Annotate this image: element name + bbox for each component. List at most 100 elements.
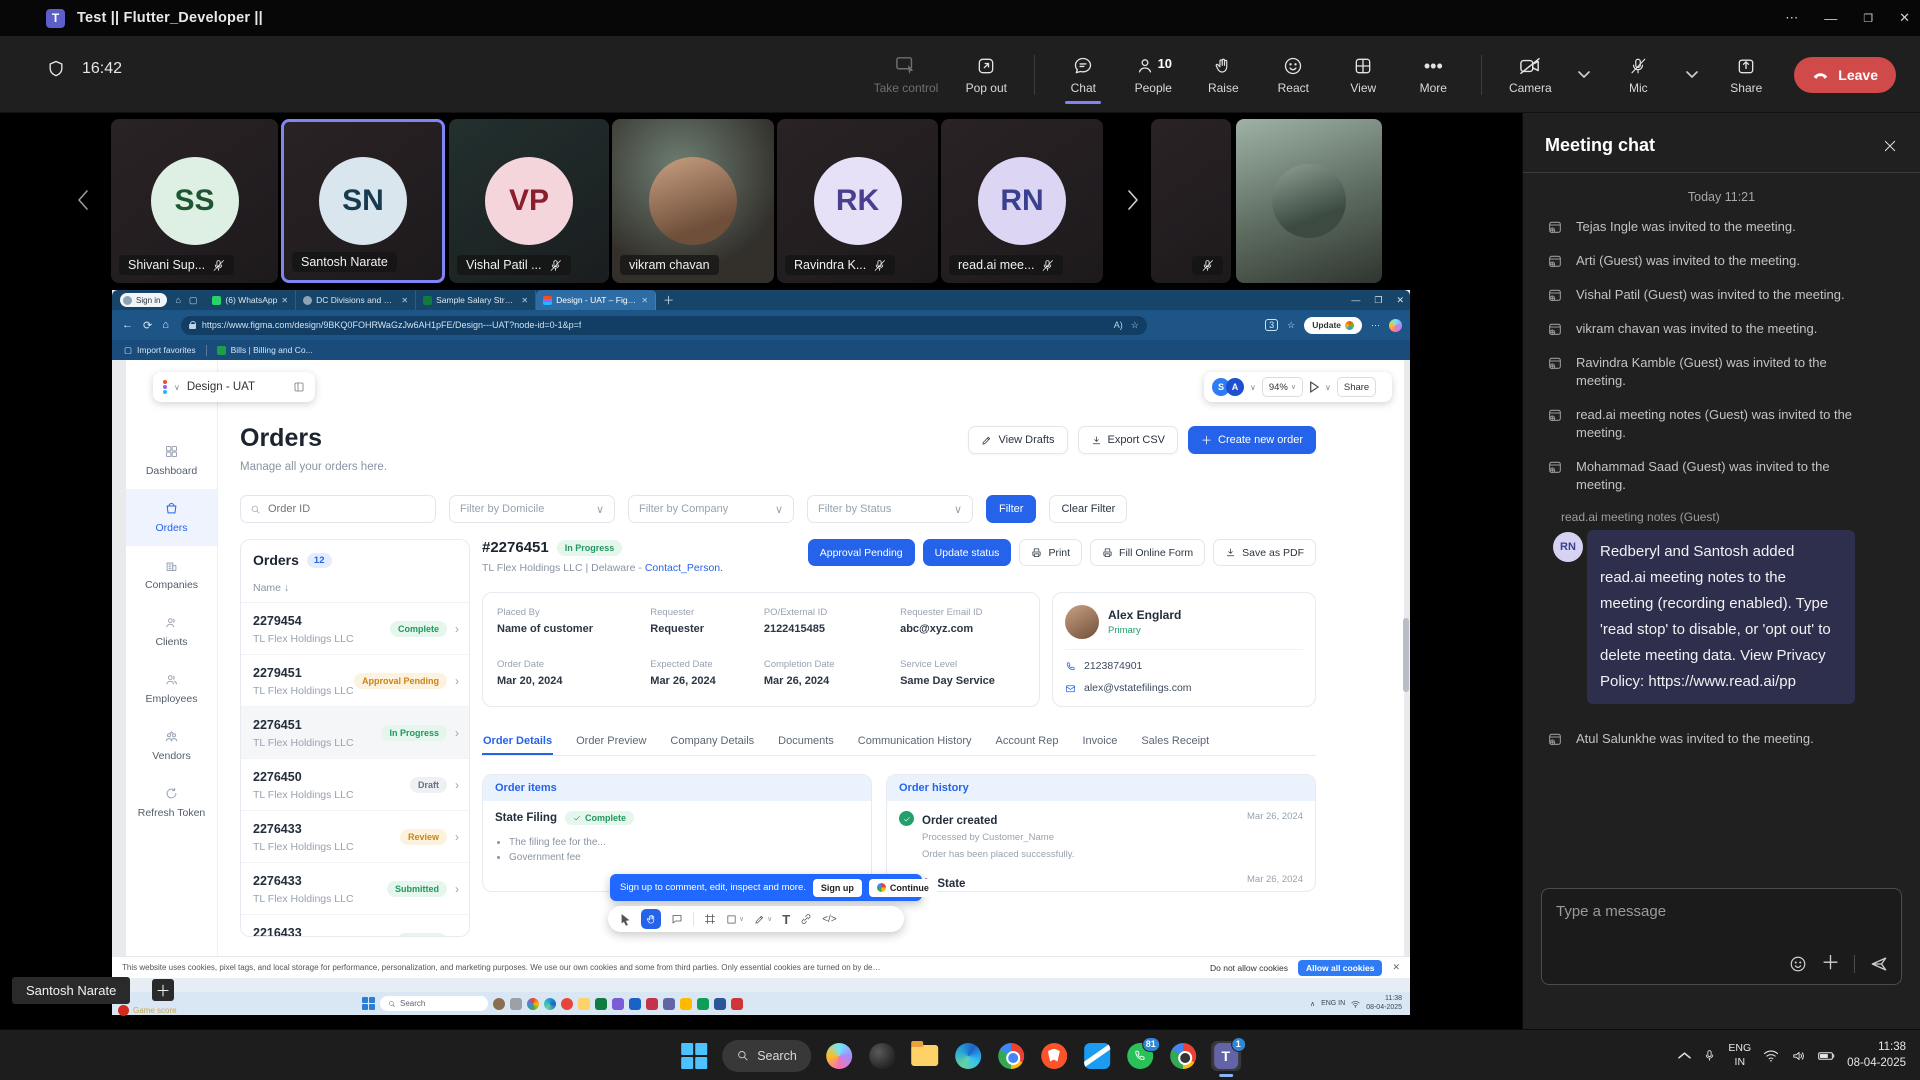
frame-tool-icon[interactable]	[704, 913, 716, 925]
update-browser-button[interactable]: Update	[1304, 317, 1362, 334]
taskbar-app-icon[interactable]	[527, 998, 539, 1010]
mic-button[interactable]: Mic	[1616, 56, 1660, 95]
chat-close-icon[interactable]	[1882, 138, 1898, 154]
sidebar-item-dashboard[interactable]: Dashboard	[126, 432, 217, 489]
back-icon[interactable]: ←	[122, 319, 133, 331]
filmstrip-prev-icon[interactable]	[76, 189, 90, 211]
pen-tool-icon[interactable]: ∨	[754, 914, 772, 925]
sidebar-item-refresh-token[interactable]: Refresh Token	[126, 774, 217, 831]
tray-expand-icon[interactable]	[1678, 1051, 1691, 1060]
taskbar-app-icon[interactable]	[714, 998, 726, 1010]
tray-lang[interactable]: ENG IN	[1321, 1000, 1345, 1007]
shared-clock-date[interactable]: 08-04-2025	[1366, 1004, 1402, 1011]
favorites-bar-icon[interactable]: ☆	[1287, 320, 1295, 331]
teams-app-icon-active[interactable]: T1	[1211, 1041, 1241, 1071]
figma-file-menu[interactable]: ∨ Design - UAT	[153, 372, 315, 402]
contact-person-link[interactable]: Contact_Person.	[645, 562, 723, 574]
save-as-pdf-button[interactable]: Save as PDF	[1213, 539, 1316, 566]
close-icon[interactable]: ✕	[1899, 10, 1910, 26]
participant-tile[interactable]: RK Ravindra K...	[777, 119, 938, 283]
share-button[interactable]: Share	[1724, 56, 1768, 95]
order-row[interactable]: 2276433TL Flex Holdings LLC Submitted›	[241, 863, 469, 915]
tab-close-icon[interactable]: ✕	[401, 296, 408, 305]
order-row[interactable]: 2276450TL Flex Holdings LLC Draft›	[241, 759, 469, 811]
order-row[interactable]: 2279454TL Flex Holdings LLC Complete›	[241, 603, 469, 655]
browser-tab[interactable]: DC Divisions and Surroundings✕	[296, 290, 416, 310]
file-explorer-icon[interactable]	[910, 1041, 940, 1071]
shape-tool-icon[interactable]: ∨	[726, 914, 744, 925]
home-icon[interactable]: ⌂	[162, 319, 169, 331]
chrome-app-icon[interactable]	[996, 1041, 1026, 1071]
browser-tab-active[interactable]: Design - UAT – Figma✕	[536, 290, 656, 310]
browser-tab[interactable]: Sample Salary Structure with calc✕	[416, 290, 536, 310]
raise-hand-button[interactable]: Raise	[1201, 56, 1245, 95]
browser-scrollbar-thumb[interactable]	[1403, 618, 1409, 692]
shared-clock-time[interactable]: 11:38	[1385, 995, 1402, 1002]
react-button[interactable]: React	[1271, 56, 1315, 95]
google-continue-button[interactable]: Continue	[869, 879, 937, 897]
update-status-button[interactable]: Update status	[923, 539, 1012, 566]
chat-message-input[interactable]	[1556, 903, 1887, 920]
browser-close-icon[interactable]: ✕	[1396, 295, 1404, 306]
vscode-app-icon[interactable]	[1082, 1041, 1112, 1071]
workspaces-icon[interactable]: ⌂	[175, 295, 180, 305]
tab-company-details[interactable]: Company Details	[669, 729, 755, 755]
favorite-star-icon[interactable]: ☆	[1131, 320, 1139, 331]
participant-tile[interactable]: RN read.ai mee...	[941, 119, 1103, 283]
language-indicator[interactable]: ENGIN	[1728, 1042, 1751, 1068]
taskbar-app-icon[interactable]	[646, 998, 658, 1010]
link-tool-icon[interactable]	[800, 913, 812, 925]
fill-online-form-button[interactable]: Fill Online Form	[1090, 539, 1205, 566]
view-drafts-button[interactable]: View Drafts	[968, 426, 1067, 454]
sidebar-item-orders[interactable]: Orders	[126, 489, 217, 546]
tab-actions-icon[interactable]: ▢	[189, 295, 198, 306]
tab-communication-history[interactable]: Communication History	[857, 729, 973, 755]
chevron-down-icon[interactable]: ∨	[1250, 383, 1256, 392]
taskbar-search[interactable]: Search	[722, 1040, 811, 1072]
wifi-icon[interactable]	[1763, 1049, 1779, 1062]
filmstrip-next-icon[interactable]	[1126, 189, 1140, 211]
collaborator-avatar[interactable]: A	[1226, 378, 1244, 396]
participant-tile-active-speaker[interactable]: SN Santosh Narate	[281, 119, 445, 283]
hand-tool-icon[interactable]	[641, 909, 661, 929]
tab-order-details[interactable]: Order Details	[482, 729, 553, 755]
taskbar-clock[interactable]: 11:3808-04-2025	[1847, 1040, 1906, 1071]
chevron-down-icon[interactable]: ∨	[1325, 383, 1331, 392]
order-row-selected[interactable]: 2276451TL Flex Holdings LLC In Progress›	[241, 707, 469, 759]
participant-tile-video[interactable]: vikram chavan	[612, 119, 774, 283]
brave-app-icon[interactable]	[1039, 1041, 1069, 1071]
more-button[interactable]: ••• More	[1411, 56, 1455, 95]
taskbar-app-icon[interactable]	[629, 998, 641, 1010]
sidebar-item-companies[interactable]: Companies	[126, 546, 217, 603]
dismiss-cookies-icon[interactable]: ✕	[1392, 962, 1400, 973]
volume-icon[interactable]	[1791, 1049, 1806, 1063]
layout-columns-icon[interactable]	[293, 381, 305, 393]
shared-search-box[interactable]: Search	[380, 996, 488, 1011]
browser-maximize-icon[interactable]: ❐	[1374, 295, 1382, 306]
taskbar-app-icon[interactable]	[510, 998, 522, 1010]
chat-input-box[interactable]: ＋	[1541, 888, 1902, 985]
new-tab-icon[interactable]: ＋	[663, 292, 674, 308]
camera-button[interactable]: Camera	[1508, 56, 1552, 95]
browser-tab[interactable]: (6) WhatsApp✕	[205, 290, 296, 310]
sidebar-item-clients[interactable]: Clients	[126, 603, 217, 660]
taskbar-app-icon[interactable]	[544, 998, 556, 1010]
participant-tile[interactable]	[1151, 119, 1231, 283]
tray-mic-icon[interactable]	[1703, 1048, 1716, 1063]
tab-close-icon[interactable]: ✕	[641, 296, 648, 305]
export-csv-button[interactable]: Export CSV	[1078, 426, 1178, 454]
taskbar-app-icon[interactable]	[561, 998, 573, 1010]
titlebar-more-icon[interactable]: ⋯	[1785, 10, 1798, 26]
sidebar-item-vendors[interactable]: Vendors	[126, 717, 217, 774]
dark-app-icon[interactable]	[867, 1041, 897, 1071]
shared-start-icon[interactable]	[362, 997, 375, 1010]
browser-menu-icon[interactable]: ⋯	[1371, 320, 1380, 331]
cursor-tool-icon[interactable]	[620, 913, 631, 926]
split-screen-icon[interactable]: 3	[1265, 319, 1278, 331]
filter-status-select[interactable]: Filter by Status∨	[807, 495, 973, 523]
tray-wifi-icon[interactable]	[1351, 1000, 1360, 1008]
import-favorites-button[interactable]: ▢Import favorites	[124, 345, 196, 356]
deny-cookies-button[interactable]: Do not allow cookies	[1210, 963, 1288, 973]
presenter-add-icon[interactable]: ＋	[152, 979, 174, 1001]
people-button[interactable]: 10 People	[1131, 56, 1175, 95]
